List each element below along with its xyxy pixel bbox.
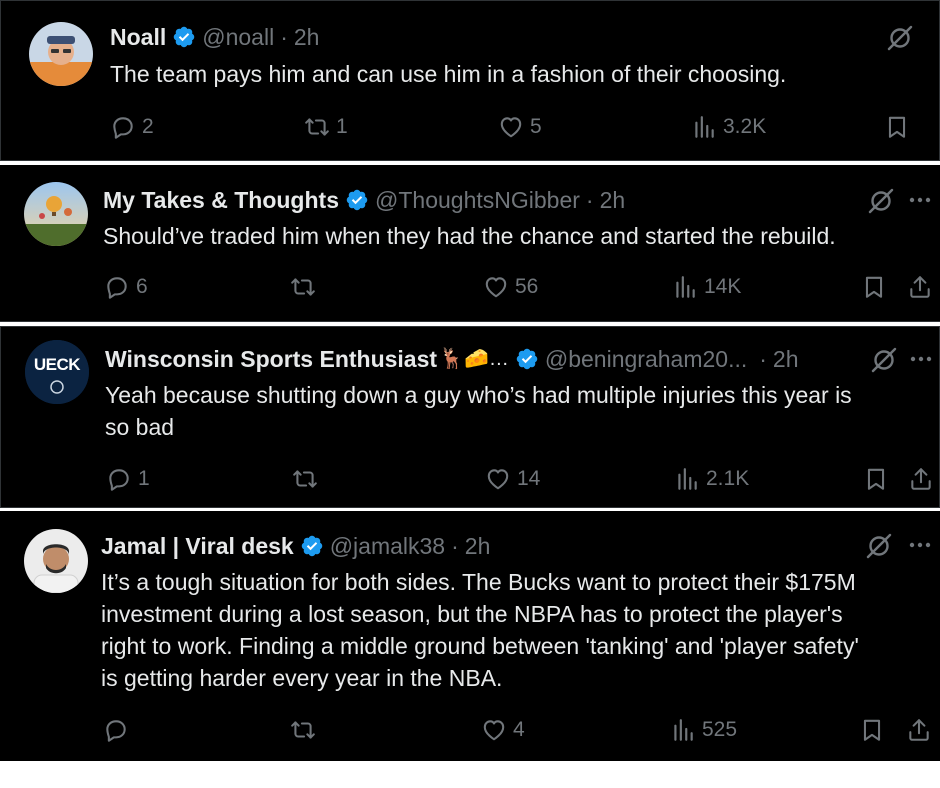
post-beningraham[interactable]: UECK Winsconsin Sports Enthusiast 🦌🧀… @b… (0, 326, 940, 508)
post-header: Jamal | Viral desk @jamalk38 · 2h (101, 532, 490, 560)
bookmark-icon[interactable] (863, 466, 889, 492)
more-options-icon[interactable] (907, 349, 935, 369)
user-avatar-icon (24, 529, 88, 593)
user-handle[interactable]: @jamalk38 (330, 532, 445, 560)
post-header: Noall @noall · 2h (110, 23, 319, 51)
post-timestamp[interactable]: 2h (294, 23, 320, 51)
like-icon (485, 466, 511, 492)
reply-button[interactable]: 1 (106, 466, 150, 492)
like-count: 14 (517, 467, 541, 490)
display-name[interactable]: Winsconsin Sports Enthusiast (105, 345, 437, 373)
bookmark-icon[interactable] (859, 717, 885, 743)
views-button[interactable]: 525 (670, 717, 737, 743)
user-handle[interactable]: @ThoughtsNGibber (375, 186, 580, 214)
display-name[interactable]: Noall (110, 23, 166, 51)
more-options-icon[interactable] (906, 190, 934, 210)
share-icon[interactable] (907, 274, 933, 300)
bookmark-icon[interactable] (884, 114, 910, 140)
like-button[interactable]: 5 (498, 114, 542, 140)
name-emoji: 🦌🧀… (439, 348, 509, 370)
views-button[interactable]: 2.1K (674, 466, 749, 492)
bookmark-icon[interactable] (861, 274, 887, 300)
reply-count: 2 (142, 115, 154, 138)
like-button[interactable]: 4 (481, 717, 525, 743)
verified-badge-icon (345, 188, 369, 212)
post-noall[interactable]: Noall @noall · 2h The team pays him and … (0, 0, 940, 161)
like-count: 5 (530, 115, 542, 138)
like-icon (498, 114, 524, 140)
post-text: It’s a tough situation for both sides. T… (101, 569, 859, 691)
repost-button[interactable]: 1 (304, 114, 348, 140)
repost-icon (304, 114, 330, 140)
user-handle[interactable]: @beningraham20... (545, 345, 747, 373)
repost-icon (292, 466, 318, 492)
repost-button[interactable] (292, 466, 324, 492)
grok-icon[interactable] (864, 531, 894, 561)
reply-button[interactable] (103, 717, 135, 743)
reply-icon (104, 274, 130, 300)
repost-icon (290, 274, 316, 300)
user-avatar-icon (29, 22, 93, 86)
repost-button[interactable] (290, 274, 322, 300)
post-header: Winsconsin Sports Enthusiast 🦌🧀… @bening… (105, 345, 799, 373)
post-jamalk38[interactable]: Jamal | Viral desk @jamalk38 · 2h It’s a… (0, 511, 940, 761)
more-options-icon[interactable] (906, 535, 934, 555)
view-count: 2.1K (706, 467, 750, 490)
separator: · (280, 24, 288, 50)
reply-button[interactable]: 2 (110, 114, 154, 140)
like-icon (483, 274, 509, 300)
post-timestamp[interactable]: 2h (465, 532, 491, 560)
like-button[interactable]: 14 (485, 466, 540, 492)
post-header: My Takes & Thoughts @ThoughtsNGibber · 2… (103, 186, 625, 214)
views-button[interactable]: 14K (672, 274, 741, 300)
post-text: The team pays him and can use him in a f… (110, 61, 787, 87)
grok-icon[interactable] (885, 23, 915, 53)
avatar-text: UECK (33, 355, 81, 374)
repost-button[interactable] (290, 717, 322, 743)
separator: · (585, 187, 594, 213)
reply-button[interactable]: 6 (104, 274, 148, 300)
avatar[interactable] (24, 182, 88, 246)
view-count: 14K (704, 275, 742, 298)
verified-badge-icon (300, 534, 324, 558)
post-thoughtsngibber[interactable]: My Takes & Thoughts @ThoughtsNGibber · 2… (0, 165, 940, 322)
verified-badge-icon (172, 25, 196, 49)
grok-icon[interactable] (866, 186, 896, 216)
view-count: 525 (702, 718, 738, 741)
post-timestamp[interactable]: 2h (773, 345, 799, 373)
views-icon (691, 114, 717, 140)
verified-badge-icon (515, 347, 539, 371)
reply-icon (110, 114, 136, 140)
grok-icon[interactable] (869, 345, 899, 375)
avatar[interactable] (29, 22, 93, 86)
repost-count: 1 (336, 115, 348, 138)
post-text: Yeah because shutting down a guy who’s h… (105, 382, 852, 440)
views-icon (674, 466, 700, 492)
reply-icon (103, 717, 129, 743)
display-name[interactable]: Jamal | Viral desk (101, 532, 294, 560)
like-button[interactable]: 56 (483, 274, 538, 300)
like-count: 56 (515, 275, 539, 298)
hot-air-balloon-icon (24, 182, 88, 246)
post-timestamp[interactable]: 2h (600, 186, 626, 214)
reply-icon (106, 466, 132, 492)
reply-count: 6 (136, 275, 148, 298)
separator: · (759, 346, 767, 372)
repost-icon (290, 717, 316, 743)
separator: · (451, 533, 459, 559)
like-icon (481, 717, 507, 743)
user-handle[interactable]: @noall (202, 23, 274, 51)
reply-count: 1 (138, 467, 150, 490)
display-name[interactable]: My Takes & Thoughts (103, 186, 339, 214)
avatar[interactable] (24, 529, 88, 593)
views-icon (670, 717, 696, 743)
post-text: Should’ve traded him when they had the c… (103, 223, 836, 249)
share-icon[interactable] (906, 717, 932, 743)
avatar[interactable]: UECK (25, 340, 89, 404)
like-count: 4 (513, 718, 525, 741)
views-icon (672, 274, 698, 300)
share-icon[interactable] (908, 466, 934, 492)
views-button[interactable]: 3.2K (691, 114, 766, 140)
view-count: 3.2K (723, 115, 767, 138)
